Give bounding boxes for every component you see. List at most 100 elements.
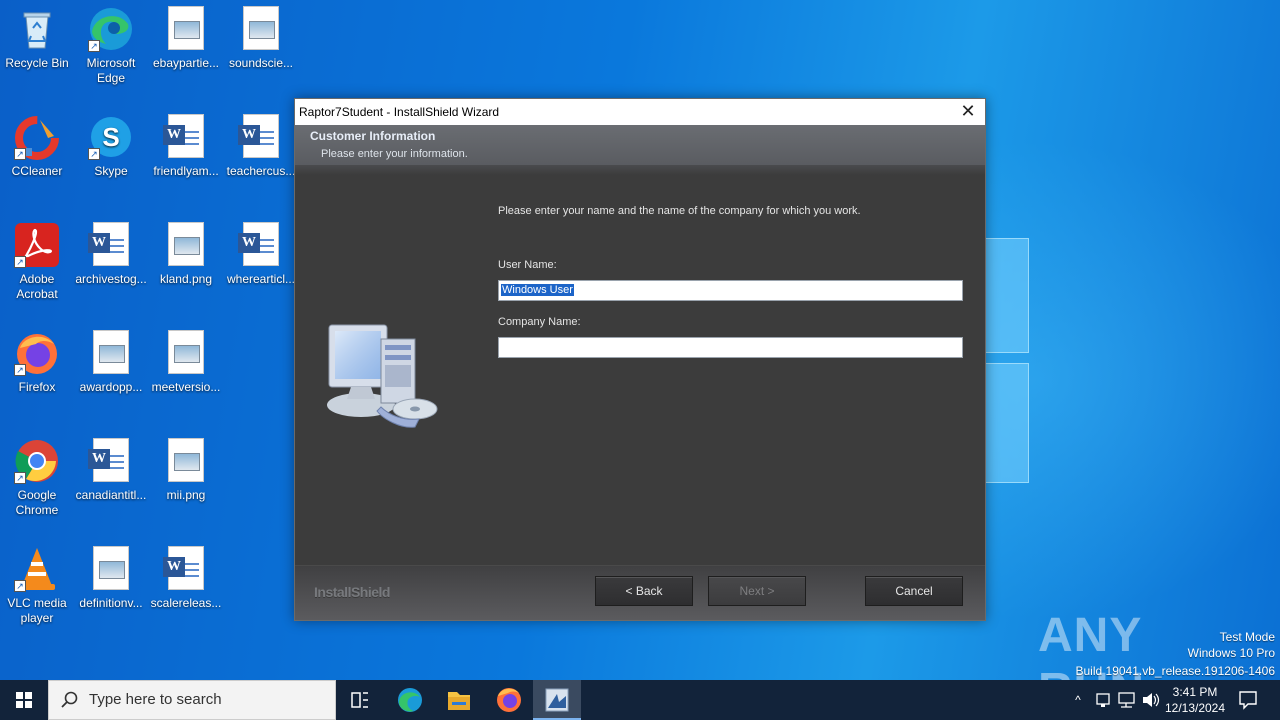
taskbar-search-box[interactable]: Type here to search: [48, 680, 336, 720]
desktop-icon-wherearticl[interactable]: W wherearticl...: [224, 216, 298, 287]
desktop-icon-label: Firefox: [18, 380, 56, 394]
search-icon: [61, 691, 78, 708]
desktop-icon-mii[interactable]: mii.png: [149, 432, 223, 503]
desktop-icon-awardopp[interactable]: awardopp...: [74, 324, 148, 395]
wizard-step-title: Customer Information: [310, 129, 436, 143]
desktop-icon-kland[interactable]: kland.png: [149, 216, 223, 287]
desktop-icon-google-chrome[interactable]: ↗ Google Chrome: [0, 432, 74, 518]
desktop-icon-scalereleas[interactable]: W scalereleas...: [149, 540, 223, 611]
desktop-icon-label: Adobe Acrobat: [16, 272, 58, 301]
network-icon[interactable]: [1116, 680, 1138, 720]
user-name-label: User Name:: [498, 259, 557, 271]
word-doc-icon: W: [238, 114, 284, 160]
build-text: Build 19041.vb_release.191206-1406: [1075, 664, 1276, 678]
close-icon[interactable]: ✕: [951, 99, 985, 125]
image-file-icon: [88, 330, 134, 376]
installshield-icon[interactable]: [533, 680, 581, 720]
volume-icon[interactable]: [1140, 680, 1162, 720]
taskbar-firefox-icon[interactable]: [485, 680, 533, 720]
network-device-icon[interactable]: [1093, 680, 1113, 720]
shortcut-arrow-icon: ↗: [14, 580, 26, 592]
desktop-icon-label: canadiantitl...: [75, 488, 147, 502]
clock-time: 3:41 PM: [1172, 685, 1218, 699]
desktop-icon-microsoft-edge[interactable]: ↗ Microsoft Edge: [74, 0, 148, 86]
back-button[interactable]: < Back: [595, 576, 693, 606]
image-file-icon: [163, 222, 209, 268]
shortcut-arrow-icon: ↗: [88, 40, 100, 52]
word-doc-icon: W: [163, 546, 209, 592]
desktop-icon-soundscie[interactable]: soundscie...: [224, 0, 298, 71]
taskbar-edge-icon[interactable]: [386, 680, 434, 720]
desktop-icon-label: scalereleas...: [150, 596, 222, 610]
installshield-brand: InstallShield: [314, 584, 390, 600]
desktop-icon-teachercus[interactable]: W teachercus...: [224, 108, 298, 179]
word-doc-icon: W: [88, 222, 134, 268]
company-name-input[interactable]: [498, 337, 963, 358]
desktop-icon-label: Microsoft Edge: [86, 56, 136, 85]
shortcut-arrow-icon: ↗: [14, 364, 26, 376]
desktop-icon-meetversio[interactable]: meetversio...: [149, 324, 223, 395]
svg-text:S: S: [102, 122, 119, 152]
desktop-icon-ebaypartie[interactable]: ebaypartie...: [149, 0, 223, 71]
wizard-body: Please enter your name and the name of t…: [295, 175, 985, 575]
notification-center-icon[interactable]: [1234, 680, 1262, 720]
shortcut-arrow-icon: ↗: [14, 256, 26, 268]
desktop-icon-skype[interactable]: S ↗ Skype: [74, 108, 148, 179]
task-view-icon[interactable]: [336, 680, 384, 720]
taskbar-clock[interactable]: 3:41 PM 12/13/2024: [1163, 684, 1227, 716]
windows-edition-text: Windows 10 Pro: [1187, 646, 1275, 660]
search-placeholder: Type here to search: [89, 691, 222, 708]
word-doc-icon: W: [88, 438, 134, 484]
installshield-wizard-window: Raptor7Student - InstallShield Wizard ✕ …: [294, 98, 986, 621]
desktop-icon-friendlyam[interactable]: W friendlyam...: [149, 108, 223, 179]
desktop-icon-vlc[interactable]: ↗ VLC media player: [0, 540, 74, 626]
start-button[interactable]: [0, 680, 48, 720]
desktop-icon-label: meetversio...: [151, 380, 221, 394]
word-doc-icon: W: [163, 114, 209, 160]
image-file-icon: [163, 6, 209, 52]
shortcut-arrow-icon: ↗: [88, 148, 100, 160]
show-hidden-icons-chevron-icon[interactable]: ^: [1068, 680, 1088, 720]
header-divider: [295, 165, 985, 175]
desktop-icon-label: CCleaner: [11, 164, 63, 178]
chrome-icon: ↗: [14, 438, 60, 484]
acrobat-icon: ↗: [14, 222, 60, 268]
user-name-value: Windows User: [501, 284, 574, 296]
instruction-text: Please enter your name and the name of t…: [498, 205, 861, 217]
image-file-icon: [238, 6, 284, 52]
desktop-icon-label: wherearticl...: [226, 272, 296, 286]
desktop-icon-archivestog[interactable]: W archivestog...: [74, 216, 148, 287]
clock-date: 12/13/2024: [1164, 701, 1226, 715]
taskbar: Type here to search ^ 3:41 PM 12/13/2024: [0, 680, 1280, 720]
desktop-icon-label: VLC media player: [7, 596, 67, 625]
edge-icon: ↗: [88, 6, 134, 52]
window-titlebar[interactable]: Raptor7Student - InstallShield Wizard ✕: [295, 99, 985, 125]
desktop-icon-canadiantitl[interactable]: W canadiantitl...: [74, 432, 148, 503]
skype-icon: S ↗: [88, 114, 134, 160]
file-explorer-icon[interactable]: [435, 680, 483, 720]
test-mode-text: Test Mode: [1219, 630, 1275, 644]
user-name-input[interactable]: Windows User: [498, 280, 963, 301]
desktop-icon-ccleaner[interactable]: ↗ CCleaner: [0, 108, 74, 179]
image-file-icon: [88, 546, 134, 592]
wizard-header: Customer Information Please enter your i…: [295, 125, 985, 165]
desktop-icon-recycle-bin[interactable]: Recycle Bin: [0, 0, 74, 71]
cancel-button[interactable]: Cancel: [865, 576, 963, 606]
desktop-icon-label: Google Chrome: [15, 488, 59, 517]
vlc-icon: ↗: [14, 546, 60, 592]
desktop-icon-label: kland.png: [159, 272, 213, 286]
desktop-icon-label: definitionv...: [79, 596, 143, 610]
desktop-icon-definitionv[interactable]: definitionv...: [74, 540, 148, 611]
desktop-icon-firefox[interactable]: ↗ Firefox: [0, 324, 74, 395]
word-doc-icon: W: [238, 222, 284, 268]
windows-start-icon: [16, 692, 32, 708]
next-button[interactable]: Next >: [708, 576, 806, 606]
desktop-icon-adobe-acrobat[interactable]: ↗ Adobe Acrobat: [0, 216, 74, 302]
wizard-footer: InstallShield < Back Next > Cancel: [295, 565, 985, 620]
wizard-step-subtitle: Please enter your information.: [321, 148, 468, 160]
desktop-icon-label: archivestog...: [75, 272, 147, 286]
desktop-icon-label: Skype: [94, 164, 128, 178]
image-file-icon: [163, 438, 209, 484]
desktop-icon-label: awardopp...: [79, 380, 143, 394]
shortcut-arrow-icon: ↗: [14, 472, 26, 484]
